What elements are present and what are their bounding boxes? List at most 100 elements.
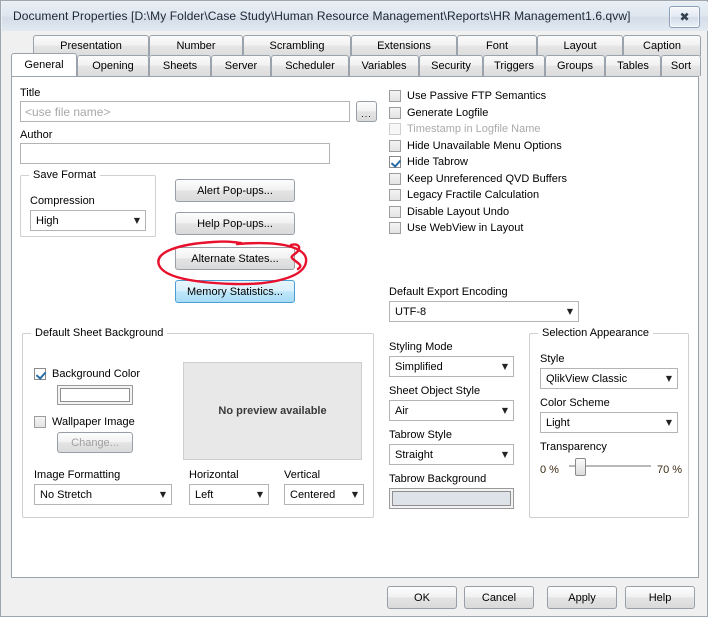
background-color-swatch[interactable] [57,385,133,405]
checkbox-icon [389,189,401,201]
title-input[interactable] [20,101,350,122]
tab-triggers[interactable]: Triggers [483,55,545,76]
horizontal-combo[interactable]: Left ▼ [189,484,269,505]
option-use-passive-ftp-semantics[interactable]: Use Passive FTP Semantics [389,88,546,104]
default-export-encoding-combo[interactable]: UTF-8 ▼ [389,301,579,322]
selection-style-label: Style [540,353,564,365]
wallpaper-image-label: Wallpaper Image [52,416,135,428]
default-sheet-background-group-label: Default Sheet Background [31,327,167,339]
help-button[interactable]: Help [625,586,695,609]
selection-style-combo[interactable]: QlikView Classic ▼ [540,368,678,389]
compression-combo[interactable]: High ▼ [30,210,146,231]
background-color-checkbox[interactable]: Background Color [34,366,140,382]
option-use-webview-in-layout[interactable]: Use WebView in Layout [389,220,523,236]
option-label: Legacy Fractile Calculation [407,189,539,201]
close-icon: ✖ [670,7,699,27]
image-formatting-label: Image Formatting [34,469,120,481]
checkbox-icon [34,368,46,380]
horizontal-value: Left [190,489,252,501]
tab-label: Extensions [377,40,431,52]
tab-layout[interactable]: Layout [537,35,623,56]
document-properties-dialog: Document Properties [D:\My Folder\Case S… [0,0,708,617]
vertical-combo[interactable]: Centered ▼ [284,484,364,505]
tab-scrambling[interactable]: Scrambling [243,35,351,56]
compression-label: Compression [30,195,95,207]
transparency-label: Transparency [540,441,607,453]
tab-label: Caption [643,40,681,52]
tab-groups[interactable]: Groups [545,55,605,76]
tab-font[interactable]: Font [457,35,537,56]
tab-label: Number [176,40,215,52]
option-label: Keep Unreferenced QVD Buffers [407,173,567,185]
vertical-label: Vertical [284,469,320,481]
tab-row-lower: General Opening Sheets ServerScheduler Varia… [11,55,701,76]
apply-button[interactable]: Apply [547,586,617,609]
sheet-object-style-combo[interactable]: Air ▼ [389,400,514,421]
tab-tables[interactable]: Tables [605,55,661,76]
help-popups-button[interactable]: Help Pop-ups... [175,212,295,235]
horizontal-label: Horizontal [189,469,239,481]
checkbox-icon [389,156,401,168]
option-label: Hide Unavailable Menu Options [407,140,562,152]
tab-label: Scrambling [269,40,324,52]
background-preview-panel: No preview available [183,362,362,460]
option-legacy-fractile-calculation[interactable]: Legacy Fractile Calculation [389,187,539,203]
color-scheme-label: Color Scheme [540,397,610,409]
color-scheme-combo[interactable]: Light ▼ [540,412,678,433]
tab-label: Presentation [60,40,122,52]
close-button[interactable]: ✖ [669,6,700,28]
option-keep-unreferenced-qvd-buffers[interactable]: Keep Unreferenced QVD Buffers [389,171,567,187]
option-label: Generate Logfile [407,107,488,119]
alternate-states-button[interactable]: Alternate States... [175,247,295,270]
tab-label: Sheets [163,60,197,72]
tabrow-style-label: Tabrow Style [389,429,452,441]
tab-sheets[interactable]: Sheets [149,55,211,76]
tab-opening[interactable]: Opening [77,55,149,76]
tab-extensions[interactable]: Extensions [351,35,457,56]
tab-variables[interactable]: Variables [349,55,419,76]
tabrow-style-value: Straight [390,449,497,461]
checkbox-icon [389,206,401,218]
tab-server[interactable]: Server [211,55,271,76]
tab-scheduler[interactable]: Scheduler [271,55,349,76]
slider-thumb[interactable] [575,458,586,476]
alert-popups-button[interactable]: Alert Pop-ups... [175,179,295,202]
checkbox-icon [34,416,46,428]
transparency-max-label: 70 % [657,464,682,476]
checkbox-icon [389,222,401,234]
background-color-label: Background Color [52,368,140,380]
tab-label: General [24,59,63,71]
memory-statistics-button[interactable]: Memory Statistics... [175,280,295,303]
tab-caption[interactable]: Caption [623,35,701,56]
option-hide-tabrow[interactable]: Hide Tabrow [389,154,468,170]
option-label: Hide Tabrow [407,156,468,168]
tabrow-background-swatch[interactable] [389,488,514,509]
transparency-slider[interactable] [569,458,651,476]
styling-mode-combo[interactable]: Simplified ▼ [389,356,514,377]
chevron-down-icon: ▼ [661,374,677,383]
tab-label: Groups [557,60,593,72]
chevron-down-icon: ▼ [252,490,268,499]
image-formatting-combo[interactable]: No Stretch ▼ [34,484,172,505]
title-browse-button[interactable]: ... [356,101,377,122]
sheet-object-style-value: Air [390,405,497,417]
styling-mode-label: Styling Mode [389,341,453,353]
tabrow-style-combo[interactable]: Straight ▼ [389,444,514,465]
chevron-down-icon: ▼ [562,307,578,316]
tab-number[interactable]: Number [149,35,243,56]
tab-security[interactable]: Security [419,55,483,76]
tab-sort[interactable]: Sort [661,55,701,76]
ok-button[interactable]: OK [387,586,457,609]
option-hide-unavailable-menu-options[interactable]: Hide Unavailable Menu Options [389,138,562,154]
tab-label: Variables [361,60,406,72]
checkbox-icon [389,123,401,135]
cancel-button[interactable]: Cancel [464,586,534,609]
title-bar: Document Properties [D:\My Folder\Case S… [2,2,708,31]
wallpaper-image-checkbox[interactable]: Wallpaper Image [34,414,135,430]
option-generate-logfile[interactable]: Generate Logfile [389,105,488,121]
author-input[interactable] [20,143,330,164]
option-disable-layout-undo[interactable]: Disable Layout Undo [389,204,509,220]
author-label: Author [20,129,52,141]
change-wallpaper-button[interactable]: Change... [57,432,133,453]
tab-general[interactable]: General [11,53,77,76]
